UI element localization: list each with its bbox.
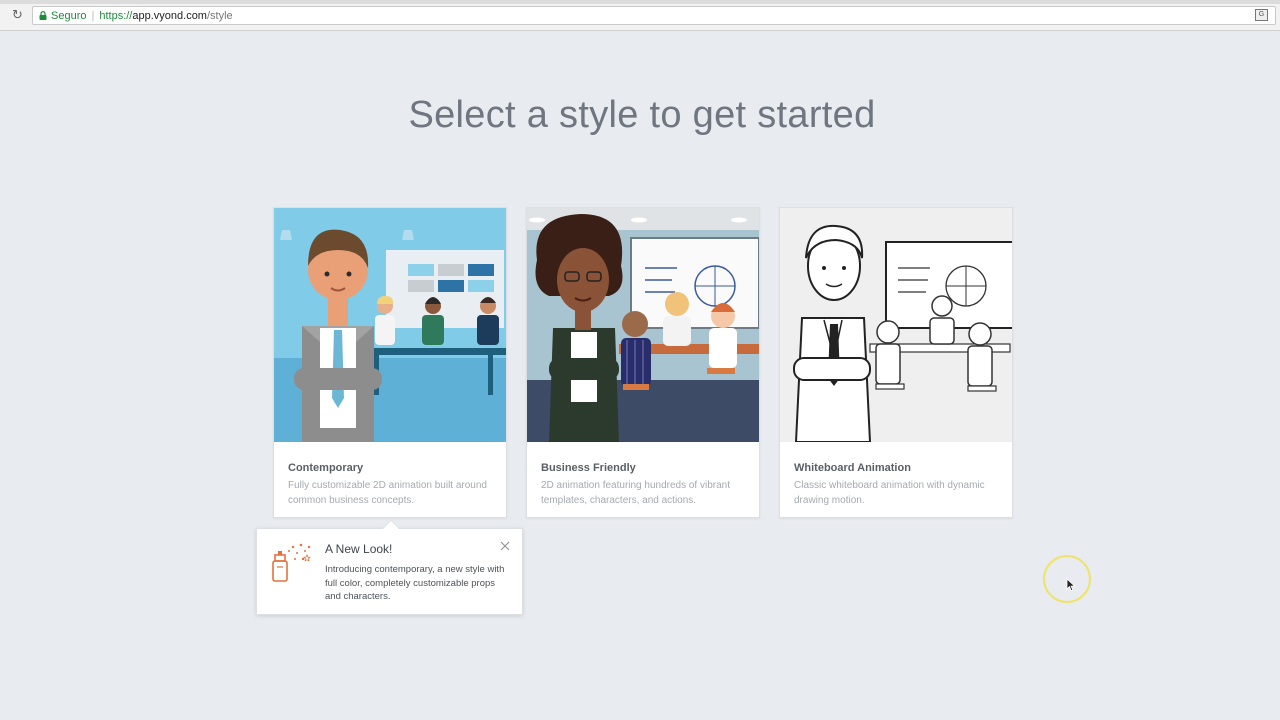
card-title: Business Friendly	[541, 462, 636, 474]
url-separator: |	[91, 9, 95, 22]
tab-strip	[0, 0, 1280, 4]
url-path: /style	[206, 9, 233, 22]
secure-label: Seguro	[51, 9, 87, 22]
card-description: 2D animation featuring hundreds of vibra…	[541, 480, 731, 506]
style-card-business-friendly[interactable]: Business Friendly 2D animation featuring…	[526, 207, 760, 518]
business-friendly-illustration	[527, 208, 759, 442]
contemporary-illustration	[274, 208, 506, 442]
spray-can-icon	[272, 543, 311, 582]
page-title: Select a style to get started	[408, 94, 876, 136]
card-title: Whiteboard Animation	[794, 462, 911, 474]
close-icon[interactable]	[500, 541, 510, 551]
style-card-whiteboard[interactable]: Whiteboard Animation Classic whiteboard …	[779, 207, 1013, 518]
new-look-popup: A New Look! Introducing contemporary, a …	[256, 521, 523, 615]
style-card-contemporary[interactable]: Contemporary Fully customizable 2D anima…	[273, 207, 507, 518]
popup-title: A New Look!	[325, 542, 393, 556]
mouse-pointer-icon	[1066, 578, 1076, 592]
card-description: Classic whiteboard animation with dynami…	[794, 480, 985, 506]
popup-text: Introducing contemporary, a new style wi…	[325, 564, 505, 602]
url-scheme: https://	[99, 9, 133, 22]
popup-arrow	[383, 521, 399, 529]
lock-icon	[39, 11, 47, 20]
translate-icon[interactable]: G	[1255, 9, 1268, 21]
url-host: app.vyond.com	[132, 9, 207, 22]
card-description: Fully customizable 2D animation built ar…	[288, 480, 487, 506]
browser-toolbar: › ↻ Seguro | https://app.vyond.com/style…	[0, 0, 1280, 31]
whiteboard-illustration	[780, 208, 1012, 442]
card-title: Contemporary	[288, 462, 364, 474]
reload-icon[interactable]: ↻	[12, 8, 26, 22]
address-bar[interactable]: Seguro | https://app.vyond.com/style	[32, 6, 1276, 25]
